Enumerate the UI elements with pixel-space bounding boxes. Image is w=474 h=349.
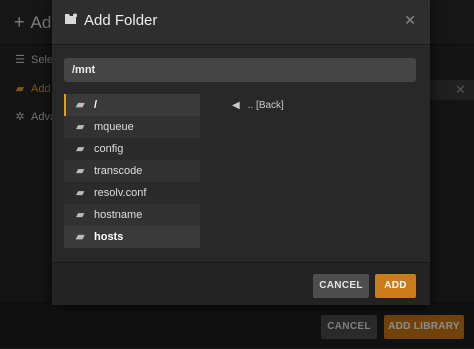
arrow-left-icon: ◀	[232, 100, 240, 111]
directory-item[interactable]: ▰ resolv.conf	[64, 182, 200, 204]
folder-open-icon: ▰	[76, 187, 85, 199]
folder-open-icon: ▰	[76, 99, 85, 111]
folder-open-icon: ▰	[76, 143, 85, 155]
add-folder-modal: Add Folder ✕ ▰/ ▰mqueue ▰config ▰transco…	[52, 0, 430, 305]
modal-cancel-button[interactable]: CANCEL	[313, 274, 369, 298]
modal-header: Add Folder ✕	[52, 0, 430, 45]
modal-add-button[interactable]: ADD	[375, 274, 416, 298]
directory-item[interactable]: ▰ mqueue	[64, 116, 200, 138]
directory-list: ▰ / ▰ mqueue ▰ config ▰ transcode ▰ resolv.co…	[64, 94, 200, 248]
directory-item[interactable]: ▰ config	[64, 138, 200, 160]
folder-open-icon: ▰	[76, 231, 85, 243]
modal-footer: CANCEL ADD	[52, 262, 430, 305]
back-link[interactable]: ◀.. [Back]	[232, 100, 284, 111]
folder-icon	[64, 12, 78, 29]
directory-item[interactable]: ▰ hosts	[64, 226, 200, 248]
modal-title: Add Folder	[64, 12, 157, 29]
folder-path-input[interactable]	[64, 58, 416, 82]
close-icon[interactable]: ✕	[404, 12, 416, 29]
directory-item[interactable]: ▰ transcode	[64, 160, 200, 182]
folder-open-icon: ▰	[76, 209, 85, 221]
directory-item[interactable]: ▰ hostname	[64, 204, 200, 226]
directory-item-root[interactable]: ▰ /	[64, 94, 200, 116]
folder-open-icon: ▰	[76, 121, 85, 133]
folder-open-icon: ▰	[76, 165, 85, 177]
